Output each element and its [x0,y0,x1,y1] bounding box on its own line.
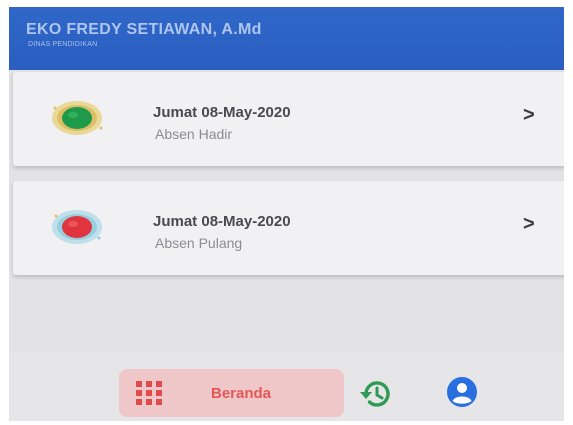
history-icon[interactable] [359,378,393,410]
nav-home-button[interactable]: Beranda [119,369,344,417]
grid-icon [136,381,162,405]
chevron-right-icon[interactable]: > [523,213,535,236]
nav-home-label: Beranda [211,385,272,402]
chevron-right-icon[interactable]: > [523,104,535,127]
attendance-card-check-out[interactable]: Jumat 08-May-2020 Absen Pulang > [13,181,564,275]
red-status-dot-icon [52,210,102,244]
attendance-date: Jumat 08-May-2020 [153,104,291,121]
profile-icon[interactable] [446,376,478,408]
attendance-type: Absen Pulang [155,235,243,251]
green-status-dot-icon [52,101,103,135]
attendance-type: Absen Hadir [155,126,233,142]
app-screen: EKO FREDY SETIAWAN, A.Md DINAS PENDIDIKA… [9,7,564,421]
bottom-navigation: Beranda [9,352,564,421]
user-name: EKO FREDY SETIAWAN, A.Md [26,21,262,38]
attendance-date: Jumat 08-May-2020 [153,213,291,230]
attendance-card-check-in[interactable]: Jumat 08-May-2020 Absen Hadir > [13,72,564,166]
user-department: DINAS PENDIDIKAN [28,41,98,48]
app-header: EKO FREDY SETIAWAN, A.Md DINAS PENDIDIKA… [9,7,564,70]
